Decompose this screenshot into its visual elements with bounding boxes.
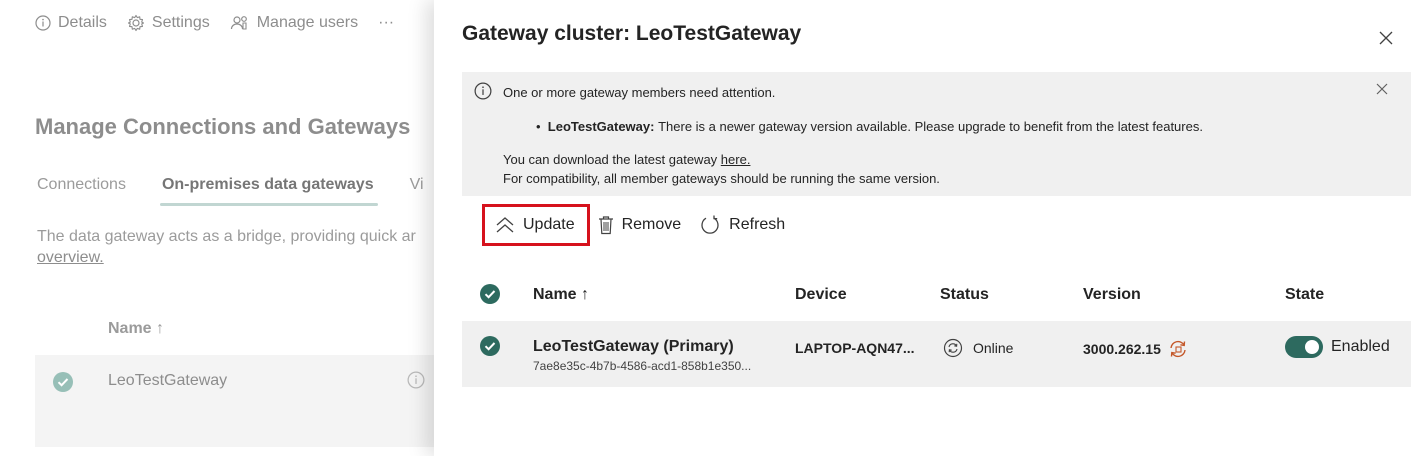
table-row[interactable]: LeoTestGateway (Primary) 7ae8e35c-4b7b-4… [462,321,1411,387]
update-available-icon[interactable] [1167,339,1189,359]
version-cell: 3000.262.15 [1083,339,1189,359]
update-label: Update [523,216,575,233]
checkmark-icon [480,336,500,356]
panel-toolbar: Update Remove Refresh [482,204,803,246]
update-button[interactable]: Update [482,204,590,246]
state-label: Enabled [1331,338,1390,355]
dismiss-alert-button[interactable] [1375,82,1389,99]
info-icon [474,82,492,103]
bullet-text: There is a newer gateway version availab… [658,119,1203,134]
alert-message: One or more gateway members need attenti… [503,85,776,100]
attention-message-bar: One or more gateway members need attenti… [462,72,1411,196]
column-header-device[interactable]: Device [795,286,847,304]
version-label: 3000.262.15 [1083,341,1161,357]
trash-icon [598,215,614,235]
refresh-icon [699,214,721,236]
remove-button[interactable]: Remove [598,204,682,246]
bullet-gateway-name: LeoTestGateway: [547,119,655,134]
remove-label: Remove [621,216,682,233]
download-prefix: You can download the latest gateway [503,152,721,167]
close-panel-button[interactable] [1374,26,1398,50]
panel-title: Gateway cluster: LeoTestGateway [462,22,802,45]
bullet-dot: • [536,119,548,134]
status-label: Online [973,340,1014,356]
download-link[interactable]: here. [721,152,751,167]
state-cell: Enabled [1285,336,1390,358]
alert-bullet-item: • LeoTestGateway: There is a newer gatew… [536,119,1203,134]
overlay-dim [0,0,440,456]
row-checkbox[interactable] [480,336,500,361]
column-header-status[interactable]: Status [940,286,989,304]
table-header: Name ↑ Device Status Version State [462,280,1411,312]
background-page: Details Settings Manage users ··· Manage… [0,0,440,456]
column-header-state[interactable]: State [1285,286,1324,304]
select-all-checkbox[interactable] [480,284,500,309]
checkmark-icon [480,284,500,304]
status-cell: Online [943,338,1013,358]
gateway-id: 7ae8e35c-4b7b-4586-acd1-858b1e350... [533,359,752,373]
close-icon [1379,31,1393,45]
download-text: You can download the latest gateway here… [503,152,750,167]
refresh-button[interactable]: Refresh [699,204,785,246]
enabled-toggle[interactable] [1285,336,1323,358]
refresh-label: Refresh [729,216,786,233]
column-header-name[interactable]: Name ↑ [533,286,589,304]
compatibility-text: For compatibility, all member gateways s… [503,171,940,186]
online-sync-icon [943,338,963,358]
device-name: LAPTOP-AQN47... [795,340,915,356]
double-chevron-up-icon [495,216,515,234]
gateway-cluster-panel: Gateway cluster: LeoTestGateway One or m… [434,0,1428,456]
column-header-version[interactable]: Version [1083,286,1141,304]
close-icon [1376,83,1388,95]
gateway-name[interactable]: LeoTestGateway (Primary) [533,338,734,356]
